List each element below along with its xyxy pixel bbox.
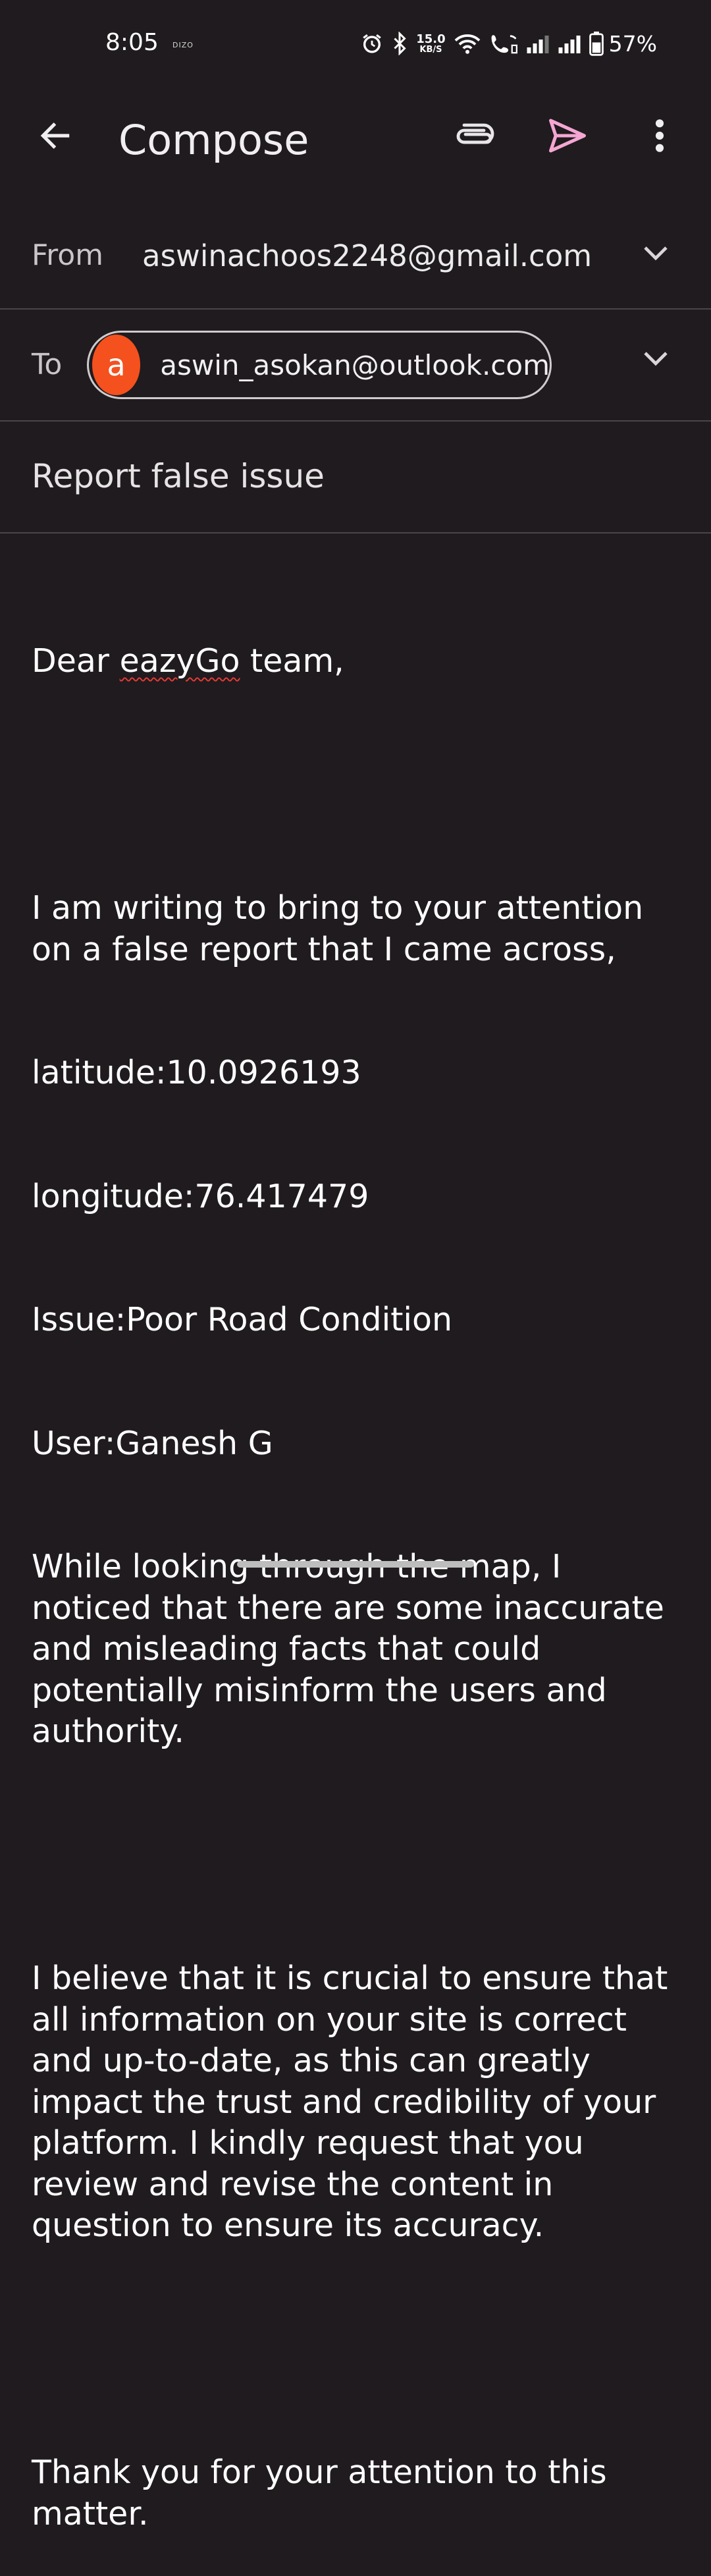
alarm-icon xyxy=(361,32,383,55)
from-expand-button[interactable] xyxy=(636,233,675,273)
app-bar: Compose xyxy=(0,92,711,178)
greeting-prefix: Dear xyxy=(32,642,120,680)
send-icon xyxy=(549,119,586,153)
signal-icon xyxy=(558,34,581,53)
attach-button[interactable] xyxy=(446,108,502,163)
to-field: To a aswin_asokan@outlook.com xyxy=(0,310,711,422)
greeting-suffix: team, xyxy=(240,642,344,680)
recipient-chip[interactable]: a aswin_asokan@outlook.com xyxy=(87,331,552,399)
recipient-email: aswin_asokan@outlook.com xyxy=(160,348,550,381)
arrow-back-icon xyxy=(40,123,70,149)
battery-percent: 57% xyxy=(608,30,657,57)
wifi-icon xyxy=(454,32,481,55)
signal-icon xyxy=(526,34,550,53)
more-vert-icon xyxy=(655,119,664,152)
bluetooth-icon xyxy=(391,32,408,55)
greeting-line: Dear eazyGo team, xyxy=(32,641,690,682)
body-line: I am writing to bring to your attention … xyxy=(32,889,654,968)
carrier-label: DIZO xyxy=(172,41,194,49)
status-icons: 15.0 KB/S 57% xyxy=(361,29,657,58)
from-field: From aswinachoos2248@gmail.com xyxy=(0,211,711,310)
subject-field[interactable]: Report false issue xyxy=(0,422,711,534)
from-email[interactable]: aswinachoos2248@gmail.com xyxy=(142,238,592,273)
status-bar: 8:05 DIZO 15.0 KB/S 57% xyxy=(0,0,711,92)
back-button[interactable] xyxy=(28,108,83,163)
misspelled-word: eazyGo xyxy=(119,642,240,680)
closing-line: Thank you for your attention to this mat… xyxy=(32,2453,618,2533)
to-label: To xyxy=(32,348,63,381)
body-paragraph: I believe that it is crucial to ensure t… xyxy=(32,1959,678,2244)
body-line: While looking through the map, I noticed… xyxy=(32,1548,664,1750)
gesture-nav-handle[interactable] xyxy=(237,1561,474,1568)
body-line: latitude:10.0926193 xyxy=(32,1054,361,1091)
to-expand-button[interactable] xyxy=(636,339,675,378)
chevron-down-icon xyxy=(644,246,668,261)
status-time: 8:05 xyxy=(105,29,159,56)
network-speed-unit: KB/S xyxy=(419,44,442,55)
network-speed-value: 15.0 xyxy=(416,32,446,46)
battery-icon xyxy=(589,31,604,56)
body-line: Issue:Poor Road Condition xyxy=(32,1301,453,1338)
chevron-down-icon xyxy=(644,352,668,366)
more-options-button[interactable] xyxy=(632,108,687,163)
network-speed: 15.0 KB/S xyxy=(416,32,446,55)
body-line: User:Ganesh G xyxy=(32,1424,273,1462)
from-label: From xyxy=(32,238,104,272)
page-title: Compose xyxy=(118,116,309,164)
subject-input[interactable]: Report false issue xyxy=(32,457,325,495)
wifi-calling-icon xyxy=(489,32,518,55)
send-button[interactable] xyxy=(540,108,595,163)
body-line: longitude:76.417479 xyxy=(32,1177,369,1215)
avatar: a xyxy=(92,335,141,395)
paperclip-icon xyxy=(456,123,494,144)
